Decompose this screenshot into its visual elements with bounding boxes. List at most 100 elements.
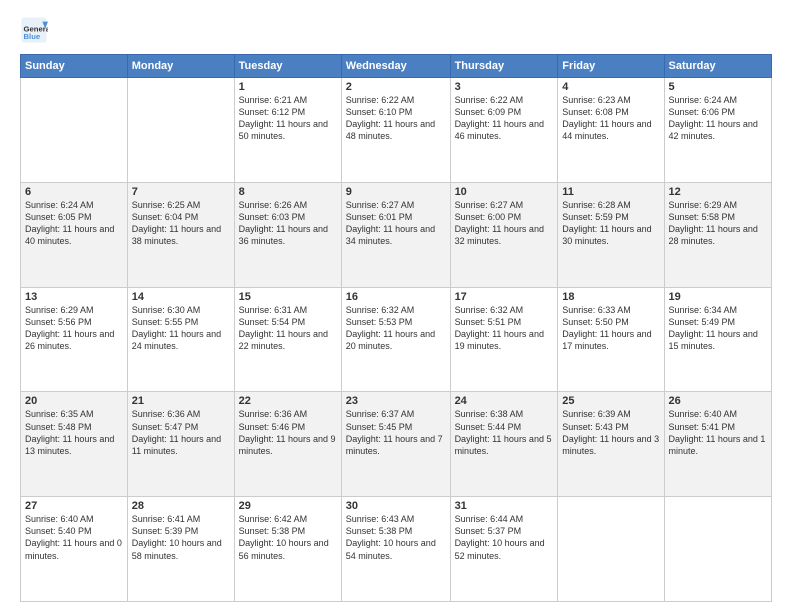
calendar-cell: 21Sunrise: 6:36 AM Sunset: 5:47 PM Dayli… [127,392,234,497]
day-info: Sunrise: 6:22 AM Sunset: 6:10 PM Dayligh… [346,94,446,143]
day-number: 17 [455,291,554,303]
day-number: 6 [25,186,123,198]
day-info: Sunrise: 6:27 AM Sunset: 6:00 PM Dayligh… [455,199,554,248]
day-number: 18 [562,291,659,303]
day-info: Sunrise: 6:36 AM Sunset: 5:46 PM Dayligh… [239,408,337,457]
calendar-day-header: Sunday [21,55,128,78]
calendar-cell: 15Sunrise: 6:31 AM Sunset: 5:54 PM Dayli… [234,287,341,392]
day-number: 28 [132,500,230,512]
calendar-week-row: 1Sunrise: 6:21 AM Sunset: 6:12 PM Daylig… [21,78,772,183]
day-number: 29 [239,500,337,512]
day-info: Sunrise: 6:38 AM Sunset: 5:44 PM Dayligh… [455,408,554,457]
day-number: 26 [669,395,767,407]
day-info: Sunrise: 6:27 AM Sunset: 6:01 PM Dayligh… [346,199,446,248]
calendar-cell: 17Sunrise: 6:32 AM Sunset: 5:51 PM Dayli… [450,287,558,392]
day-number: 19 [669,291,767,303]
day-number: 30 [346,500,446,512]
day-info: Sunrise: 6:24 AM Sunset: 6:05 PM Dayligh… [25,199,123,248]
logo: General Blue [20,16,52,44]
page: General Blue SundayMondayTuesdayWednesda… [0,0,792,612]
day-number: 16 [346,291,446,303]
day-info: Sunrise: 6:26 AM Sunset: 6:03 PM Dayligh… [239,199,337,248]
calendar-cell: 1Sunrise: 6:21 AM Sunset: 6:12 PM Daylig… [234,78,341,183]
day-number: 25 [562,395,659,407]
day-number: 31 [455,500,554,512]
day-number: 13 [25,291,123,303]
day-number: 20 [25,395,123,407]
calendar-cell: 5Sunrise: 6:24 AM Sunset: 6:06 PM Daylig… [664,78,771,183]
day-info: Sunrise: 6:28 AM Sunset: 5:59 PM Dayligh… [562,199,659,248]
day-info: Sunrise: 6:39 AM Sunset: 5:43 PM Dayligh… [562,408,659,457]
calendar-cell: 19Sunrise: 6:34 AM Sunset: 5:49 PM Dayli… [664,287,771,392]
calendar-cell: 8Sunrise: 6:26 AM Sunset: 6:03 PM Daylig… [234,182,341,287]
calendar-cell: 13Sunrise: 6:29 AM Sunset: 5:56 PM Dayli… [21,287,128,392]
calendar-cell: 27Sunrise: 6:40 AM Sunset: 5:40 PM Dayli… [21,497,128,602]
calendar-day-header: Saturday [664,55,771,78]
day-number: 2 [346,81,446,93]
calendar-cell: 4Sunrise: 6:23 AM Sunset: 6:08 PM Daylig… [558,78,664,183]
calendar-week-row: 27Sunrise: 6:40 AM Sunset: 5:40 PM Dayli… [21,497,772,602]
day-number: 8 [239,186,337,198]
day-number: 3 [455,81,554,93]
day-info: Sunrise: 6:42 AM Sunset: 5:38 PM Dayligh… [239,513,337,562]
day-number: 11 [562,186,659,198]
day-info: Sunrise: 6:25 AM Sunset: 6:04 PM Dayligh… [132,199,230,248]
calendar-cell: 22Sunrise: 6:36 AM Sunset: 5:46 PM Dayli… [234,392,341,497]
day-info: Sunrise: 6:23 AM Sunset: 6:08 PM Dayligh… [562,94,659,143]
day-info: Sunrise: 6:36 AM Sunset: 5:47 PM Dayligh… [132,408,230,457]
day-info: Sunrise: 6:40 AM Sunset: 5:41 PM Dayligh… [669,408,767,457]
calendar-cell: 6Sunrise: 6:24 AM Sunset: 6:05 PM Daylig… [21,182,128,287]
day-number: 27 [25,500,123,512]
day-info: Sunrise: 6:21 AM Sunset: 6:12 PM Dayligh… [239,94,337,143]
calendar-header-row: SundayMondayTuesdayWednesdayThursdayFrid… [21,55,772,78]
calendar-day-header: Monday [127,55,234,78]
day-info: Sunrise: 6:44 AM Sunset: 5:37 PM Dayligh… [455,513,554,562]
logo-icon: General Blue [20,16,48,44]
day-info: Sunrise: 6:31 AM Sunset: 5:54 PM Dayligh… [239,304,337,353]
calendar-day-header: Thursday [450,55,558,78]
day-info: Sunrise: 6:43 AM Sunset: 5:38 PM Dayligh… [346,513,446,562]
svg-text:Blue: Blue [24,32,41,41]
day-info: Sunrise: 6:24 AM Sunset: 6:06 PM Dayligh… [669,94,767,143]
day-number: 4 [562,81,659,93]
day-number: 12 [669,186,767,198]
day-number: 5 [669,81,767,93]
day-number: 23 [346,395,446,407]
day-number: 14 [132,291,230,303]
calendar-cell: 12Sunrise: 6:29 AM Sunset: 5:58 PM Dayli… [664,182,771,287]
calendar-week-row: 20Sunrise: 6:35 AM Sunset: 5:48 PM Dayli… [21,392,772,497]
calendar-cell: 18Sunrise: 6:33 AM Sunset: 5:50 PM Dayli… [558,287,664,392]
calendar-cell: 2Sunrise: 6:22 AM Sunset: 6:10 PM Daylig… [341,78,450,183]
calendar-cell: 10Sunrise: 6:27 AM Sunset: 6:00 PM Dayli… [450,182,558,287]
day-number: 1 [239,81,337,93]
calendar-cell: 30Sunrise: 6:43 AM Sunset: 5:38 PM Dayli… [341,497,450,602]
calendar-cell: 25Sunrise: 6:39 AM Sunset: 5:43 PM Dayli… [558,392,664,497]
day-number: 22 [239,395,337,407]
calendar-cell: 23Sunrise: 6:37 AM Sunset: 5:45 PM Dayli… [341,392,450,497]
calendar-cell: 29Sunrise: 6:42 AM Sunset: 5:38 PM Dayli… [234,497,341,602]
calendar-cell: 28Sunrise: 6:41 AM Sunset: 5:39 PM Dayli… [127,497,234,602]
day-number: 10 [455,186,554,198]
day-info: Sunrise: 6:29 AM Sunset: 5:58 PM Dayligh… [669,199,767,248]
calendar-cell: 9Sunrise: 6:27 AM Sunset: 6:01 PM Daylig… [341,182,450,287]
calendar-cell: 3Sunrise: 6:22 AM Sunset: 6:09 PM Daylig… [450,78,558,183]
header: General Blue [20,16,772,44]
calendar-cell [664,497,771,602]
calendar-week-row: 6Sunrise: 6:24 AM Sunset: 6:05 PM Daylig… [21,182,772,287]
calendar-cell: 20Sunrise: 6:35 AM Sunset: 5:48 PM Dayli… [21,392,128,497]
calendar-week-row: 13Sunrise: 6:29 AM Sunset: 5:56 PM Dayli… [21,287,772,392]
calendar-cell: 11Sunrise: 6:28 AM Sunset: 5:59 PM Dayli… [558,182,664,287]
calendar-day-header: Wednesday [341,55,450,78]
day-number: 7 [132,186,230,198]
calendar-cell: 31Sunrise: 6:44 AM Sunset: 5:37 PM Dayli… [450,497,558,602]
calendar-day-header: Tuesday [234,55,341,78]
day-info: Sunrise: 6:30 AM Sunset: 5:55 PM Dayligh… [132,304,230,353]
calendar-cell: 14Sunrise: 6:30 AM Sunset: 5:55 PM Dayli… [127,287,234,392]
day-number: 15 [239,291,337,303]
calendar-day-header: Friday [558,55,664,78]
calendar-table: SundayMondayTuesdayWednesdayThursdayFrid… [20,54,772,602]
day-number: 24 [455,395,554,407]
day-number: 9 [346,186,446,198]
day-info: Sunrise: 6:37 AM Sunset: 5:45 PM Dayligh… [346,408,446,457]
day-number: 21 [132,395,230,407]
